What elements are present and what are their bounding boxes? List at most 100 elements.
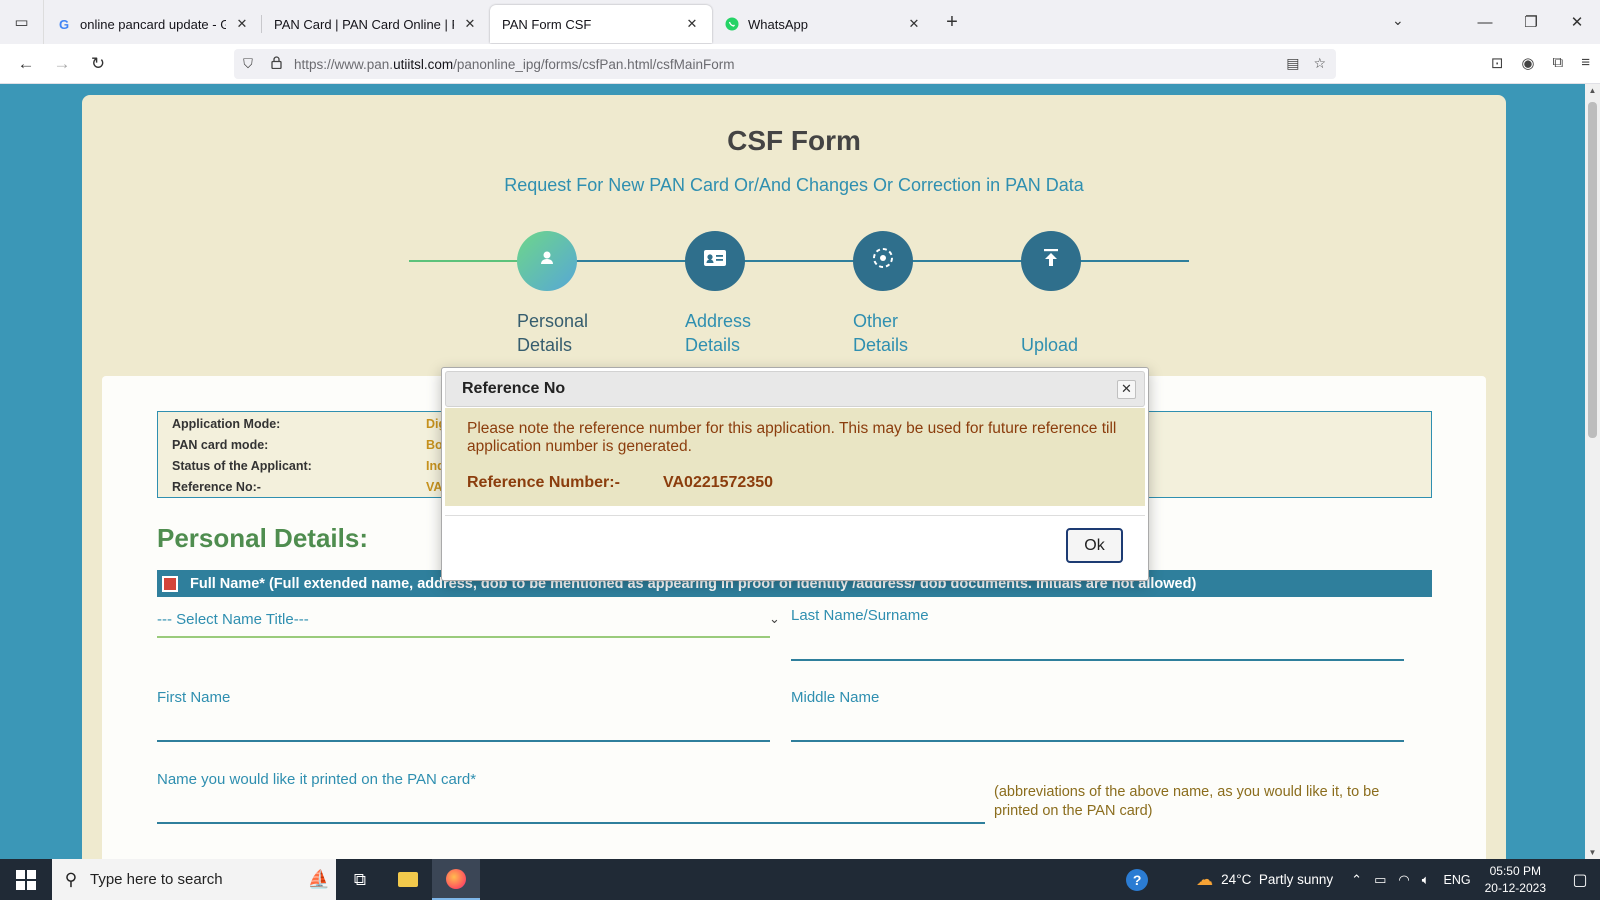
task-view-icon[interactable]: ⧉ [336, 859, 384, 900]
clock[interactable]: 05:50 PM 20-12-2023 [1485, 863, 1546, 897]
navigation-bar: ← → ↻ ⛉ https://www.pan.utiitsl.com/pano… [0, 44, 1600, 84]
close-icon[interactable]: ✕ [460, 16, 480, 32]
new-tab-plus-icon[interactable]: + [934, 11, 970, 34]
tab-pan-card-online[interactable]: PAN Card | PAN Card Online | PAN C ✕ [262, 5, 490, 43]
step-label-upload[interactable]: Upload [1021, 309, 1078, 357]
step-label-personal[interactable]: Personal Details [517, 309, 588, 357]
reader-view-icon[interactable]: ▤ [1286, 55, 1299, 72]
taskbar-search-box[interactable]: ⚲ Type here to search ⛵ [52, 859, 336, 900]
form-subtitle: Request For New PAN Card Or/And Changes … [504, 175, 1084, 195]
lock-icon[interactable] [262, 56, 290, 72]
tab-list-icon[interactable]: ▭ [0, 0, 44, 44]
url-text[interactable]: https://www.pan.utiitsl.com/panonline_ip… [294, 57, 734, 72]
id-card-icon [703, 248, 727, 274]
step-upload[interactable] [1021, 231, 1081, 291]
settings-icon [871, 246, 895, 276]
first-name-label: First Name [157, 689, 231, 706]
pocket-icon[interactable]: ⊡ [1491, 54, 1504, 72]
section-title-personal-details: Personal Details: [157, 523, 368, 553]
search-highlight-icon: ⛵ [307, 869, 330, 889]
page-scrollbar[interactable]: ▲ ▼ [1585, 84, 1600, 859]
scroll-down-icon[interactable]: ▼ [1585, 848, 1600, 857]
chevron-down-icon[interactable]: ⌄ [769, 611, 780, 627]
chevron-down-icon[interactable]: ⌄ [1392, 12, 1404, 29]
reload-icon[interactable]: ↻ [80, 54, 116, 74]
address-bar[interactable]: ⛉ https://www.pan.utiitsl.com/panonline_… [234, 49, 1336, 79]
windows-start-icon[interactable] [0, 859, 52, 900]
file-explorer-icon[interactable] [384, 859, 432, 900]
step-label-address[interactable]: Address Details [685, 309, 751, 357]
volume-icon[interactable]: 🔈︎ [1422, 872, 1430, 888]
step-address-details[interactable] [685, 231, 745, 291]
shield-icon[interactable]: ⛉ [234, 56, 262, 72]
battery-icon[interactable]: ▭ [1374, 872, 1386, 888]
forward-arrow-icon[interactable]: → [44, 54, 80, 74]
info-label: PAN card mode: [172, 438, 269, 452]
info-value: VA [426, 480, 443, 494]
firefox-icon[interactable] [432, 859, 480, 900]
tab-pan-form-csf[interactable]: PAN Form CSF ✕ [490, 5, 712, 43]
step-label-other[interactable]: Other Details [853, 309, 908, 357]
window-close-icon[interactable]: ✕ [1554, 13, 1600, 31]
help-icon[interactable]: ? [1126, 868, 1149, 891]
info-label: Status of the Applicant: [172, 459, 312, 473]
scrollbar-thumb[interactable] [1588, 102, 1597, 438]
weather-partly-sunny-icon[interactable]: ☁ [1196, 870, 1213, 890]
last-name-field[interactable] [791, 659, 1404, 661]
whatsapp-icon [724, 16, 740, 32]
name-title-underline [157, 636, 770, 638]
minimize-icon[interactable]: — [1462, 14, 1508, 31]
menu-icon[interactable]: ≡ [1581, 54, 1590, 72]
taskbar-search-placeholder: Type here to search [90, 871, 223, 888]
info-label: Reference No:- [172, 480, 261, 494]
dialog-header: Reference No ✕ [445, 371, 1145, 407]
language-indicator[interactable]: ENG [1444, 873, 1471, 887]
first-name-field[interactable] [157, 740, 770, 742]
reference-number-dialog: Reference No ✕ Please note the reference… [441, 367, 1149, 581]
back-arrow-icon[interactable]: ← [8, 54, 44, 74]
system-tray: ? ☁ 24°C Partly sunny ⌃ ▭ ◠ 🔈︎ ENG 05:50… [1126, 859, 1600, 900]
steps-progress-done [409, 260, 519, 262]
step-other-details[interactable] [853, 231, 913, 291]
name-title-select[interactable]: --- Select Name Title--- [157, 611, 309, 628]
bookmark-star-icon[interactable]: ☆ [1313, 55, 1326, 72]
dialog-body: Please note the reference number for thi… [445, 408, 1145, 506]
tab-google-search[interactable]: G online pancard update - Google ✕ [44, 5, 262, 43]
close-icon[interactable]: ✕ [232, 16, 252, 32]
tab-title: PAN Form CSF [502, 16, 592, 32]
dialog-message: Please note the reference number for thi… [467, 420, 1117, 455]
dialog-divider [445, 515, 1145, 516]
wifi-icon[interactable]: ◠ [1398, 872, 1409, 888]
close-icon[interactable]: ✕ [1117, 380, 1136, 399]
notification-icon[interactable]: ▢ [1560, 870, 1600, 890]
close-icon[interactable]: ✕ [904, 16, 924, 32]
upload-icon [1042, 248, 1060, 274]
print-name-label: Name you would like it printed on the PA… [157, 771, 477, 788]
windows-taskbar: ⚲ Type here to search ⛵ ⧉ ? ☁ 24°C Partl… [0, 859, 1600, 900]
tab-title: WhatsApp [748, 16, 808, 32]
tab-bar: ▭ G online pancard update - Google ✕ PAN… [0, 0, 1600, 44]
tab-title: PAN Card | PAN Card Online | PAN C [274, 16, 454, 32]
middle-name-field[interactable] [791, 740, 1404, 742]
search-icon: ⚲ [64, 869, 78, 889]
print-name-field[interactable] [157, 822, 985, 824]
middle-name-label: Middle Name [791, 689, 880, 706]
full-name-checkbox[interactable] [162, 575, 178, 592]
extensions-icon[interactable]: ⧉ [1553, 54, 1564, 72]
form-title: CSF Form [727, 125, 861, 156]
tab-title: online pancard update - Google [80, 16, 226, 32]
restore-icon[interactable]: ❐ [1508, 13, 1554, 31]
close-icon[interactable]: ✕ [682, 16, 702, 32]
tab-whatsapp[interactable]: WhatsApp ✕ [712, 5, 934, 43]
step-personal-details[interactable] [517, 231, 577, 291]
weather-widget[interactable]: 24°C Partly sunny [1221, 872, 1333, 887]
info-label: Application Mode: [172, 417, 281, 431]
person-icon [537, 248, 557, 274]
ok-button[interactable]: Ok [1066, 528, 1123, 563]
google-icon: G [58, 16, 70, 32]
account-icon[interactable]: ◉ [1521, 54, 1534, 72]
dialog-title: Reference No [462, 380, 566, 397]
reference-number-value: VA0221572350 [663, 474, 774, 491]
chevron-up-icon[interactable]: ⌃ [1351, 872, 1362, 888]
scroll-up-icon[interactable]: ▲ [1585, 86, 1600, 95]
